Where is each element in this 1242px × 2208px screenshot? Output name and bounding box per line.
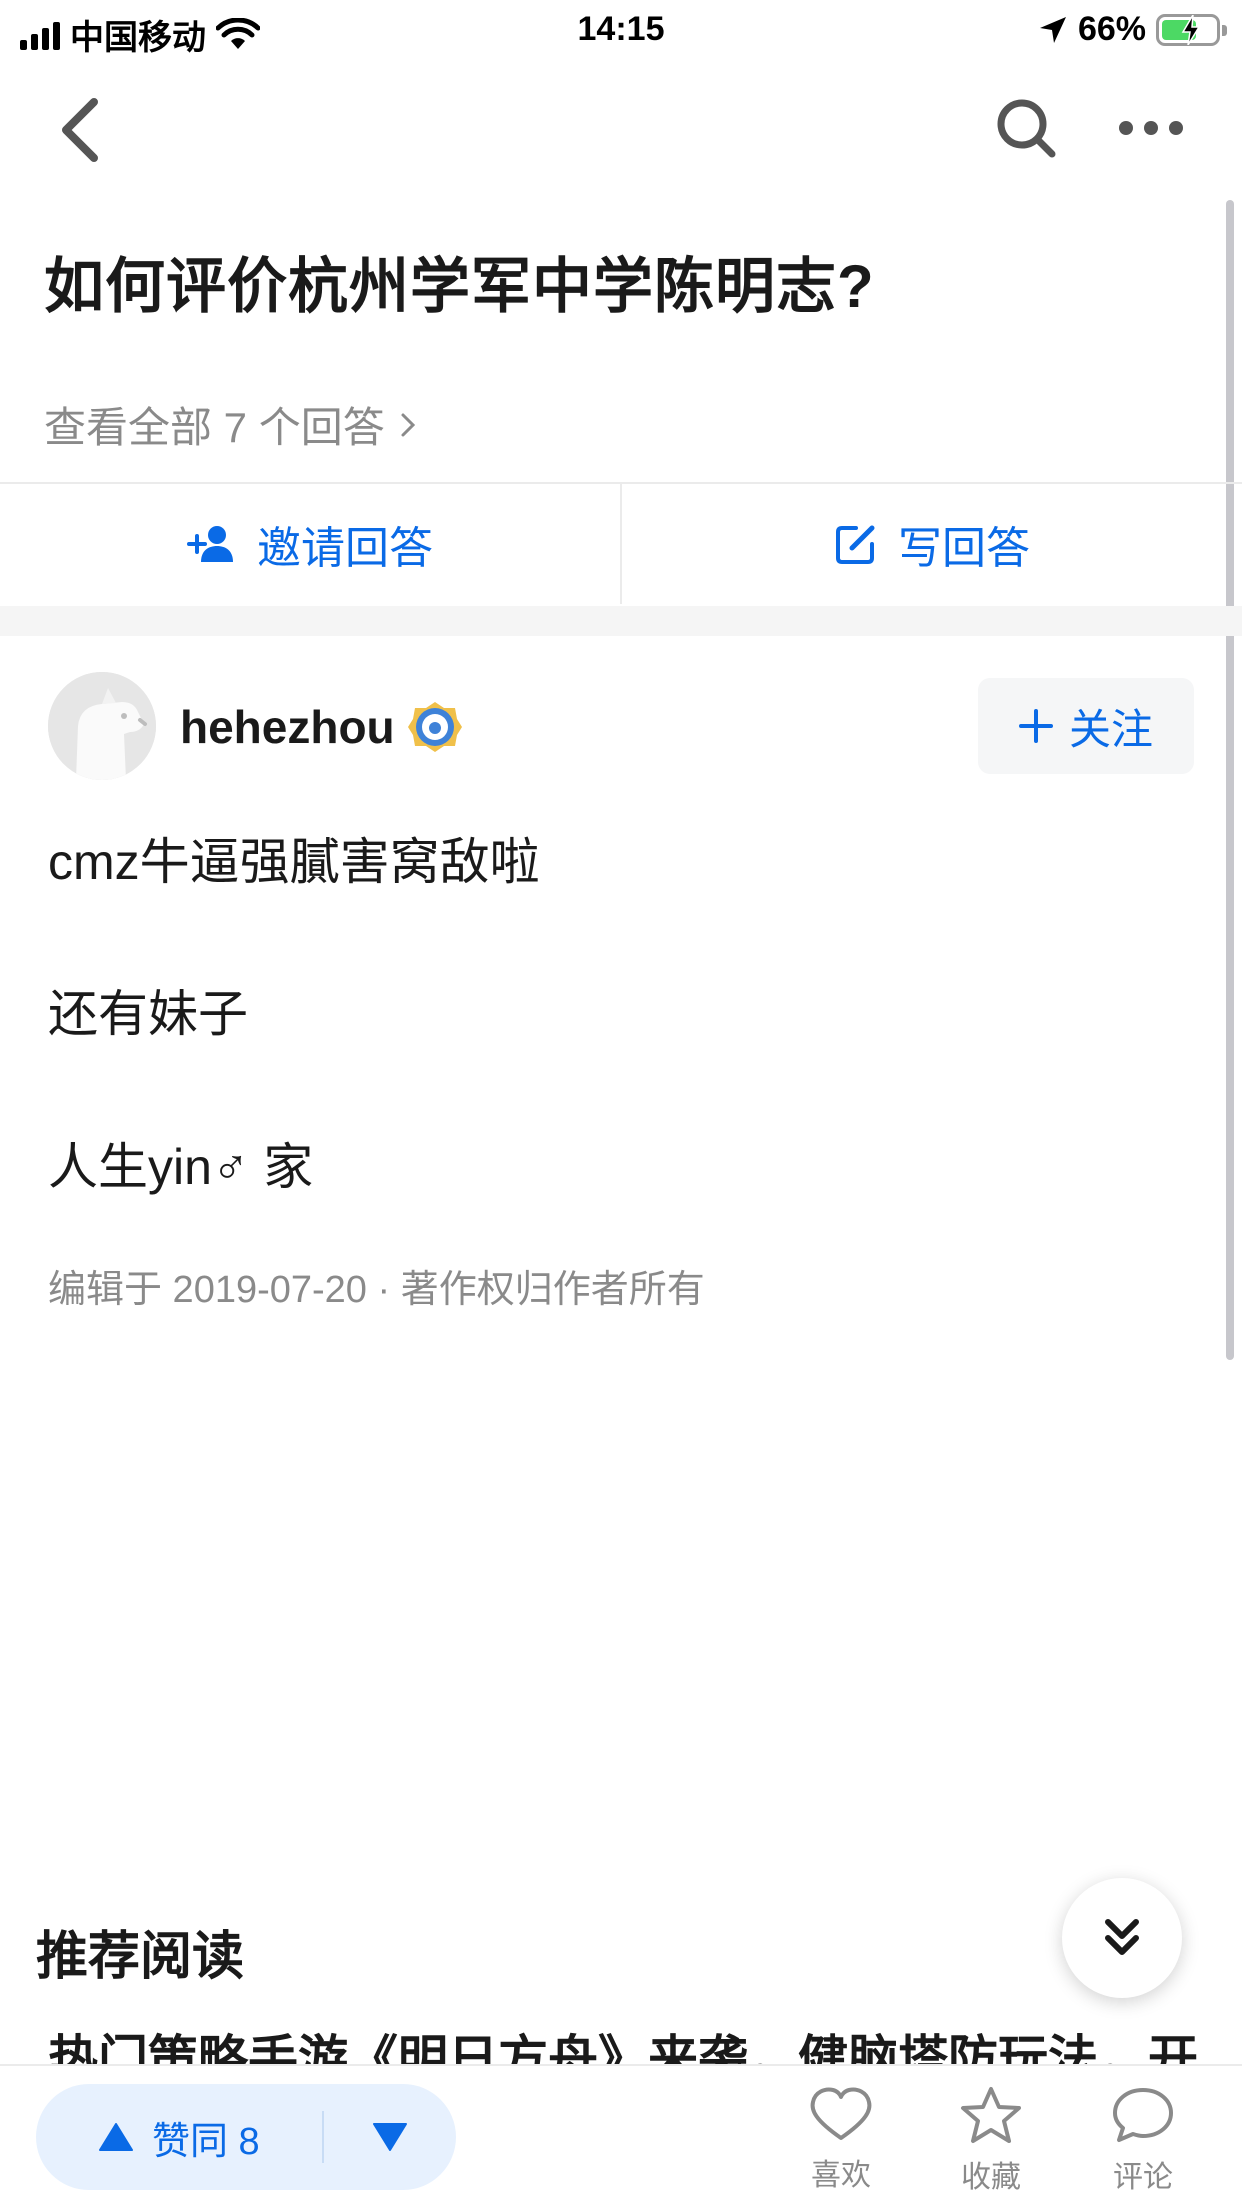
like-button[interactable]: 喜欢 <box>786 2086 896 2194</box>
write-answer-button[interactable]: 写回答 <box>622 484 1242 604</box>
add-user-icon <box>187 526 233 562</box>
battery-percent: 66% <box>1077 10 1146 48</box>
answer-paragraph: 人生yin♂ 家 <box>48 1139 314 1195</box>
comment-bubble-icon <box>1113 2088 1173 2142</box>
write-answer-label: 写回答 <box>898 524 1030 573</box>
view-all-answers-link[interactable]: 查看全部 7 个回答 <box>44 394 417 455</box>
question-actions: 邀请回答 写回答 <box>0 484 1242 604</box>
dog-avatar-icon <box>48 672 156 780</box>
back-icon[interactable] <box>52 92 112 168</box>
like-label: 喜欢 <box>811 2159 871 2192</box>
vote-control: 赞同 8 <box>36 2084 456 2190</box>
chevron-right-icon <box>401 413 415 436</box>
question-title: 如何评价杭州学军中学陈明志? <box>44 253 875 320</box>
bottom-bar: 赞同 8 喜欢 收藏 评论 <box>0 2064 1242 2208</box>
answer-meta: 编辑于 2019-07-20 · 著作权归作者所有 <box>48 1269 705 1311</box>
answer-paragraph: cmz牛逼强膩害窝敌啦 <box>48 834 540 890</box>
section-separator <box>0 606 1242 636</box>
location-arrow-icon <box>1039 16 1066 43</box>
disagree-button[interactable] <box>324 2122 456 2152</box>
invite-answer-label: 邀请回答 <box>257 524 433 573</box>
edit-icon <box>836 525 875 564</box>
search-icon[interactable] <box>994 96 1058 160</box>
verified-badge-icon <box>408 702 462 752</box>
answer-paragraph: 还有妹子 <box>48 986 248 1042</box>
nav-bar <box>0 80 1242 180</box>
follow-label: 关注 <box>1068 705 1153 753</box>
status-bar: 中国移动 14:15 66% <box>0 0 1242 64</box>
battery-icon <box>1156 13 1227 46</box>
upvote-triangle-icon <box>99 2123 133 2151</box>
recommend-item[interactable]: 热门策略手游《明日方舟》来袭，健脑塔防玩法，开 <box>48 2024 1198 2066</box>
downvote-triangle-icon <box>373 2123 407 2151</box>
favorite-button[interactable]: 收藏 <box>936 2086 1046 2196</box>
follow-button[interactable]: 关注 <box>978 678 1194 774</box>
status-right: 66% <box>1038 10 1227 49</box>
scroll-down-button[interactable] <box>1062 1878 1182 1998</box>
favorite-label: 收藏 <box>961 2161 1021 2194</box>
agree-label: 赞同 8 <box>152 2120 260 2163</box>
double-chevron-down-icon <box>1105 1919 1139 1955</box>
charging-bolt-icon <box>1181 14 1201 45</box>
plus-icon <box>1018 709 1053 743</box>
heart-icon <box>810 2087 872 2140</box>
avatar[interactable] <box>48 672 156 780</box>
star-icon <box>961 2087 1021 2143</box>
comment-label: 评论 <box>1113 2161 1173 2194</box>
view-all-answers-label: 查看全部 7 个回答 <box>44 404 385 451</box>
invite-answer-button[interactable]: 邀请回答 <box>0 484 620 604</box>
recommend-section-title: 推荐阅读 <box>36 1928 245 1986</box>
agree-button[interactable]: 赞同 8 <box>36 2110 322 2165</box>
scrollbar[interactable] <box>1226 200 1234 1360</box>
comment-button[interactable]: 评论 <box>1088 2086 1198 2196</box>
more-icon[interactable] <box>1116 106 1186 150</box>
author-name[interactable]: hehezhou <box>180 700 395 754</box>
